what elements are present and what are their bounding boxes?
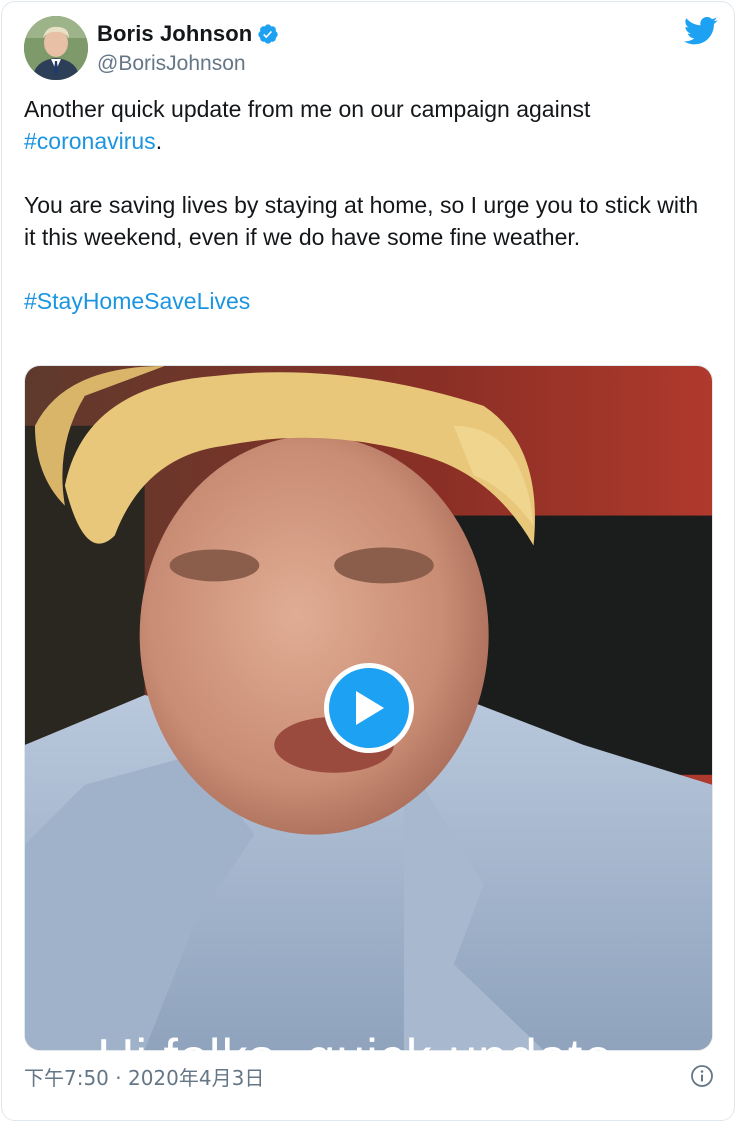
tweet-paragraph-2: You are saving lives by staying at home,… [24, 192, 699, 250]
tweet-line-1-suffix: . [155, 128, 163, 154]
video-player[interactable] [24, 365, 713, 1051]
name-row: Boris Johnson [97, 19, 279, 49]
display-name[interactable]: Boris Johnson [97, 21, 252, 47]
play-icon [356, 691, 384, 725]
avatar-image [24, 16, 88, 80]
tweet-line-1: Another quick update from me on our camp… [24, 96, 591, 122]
tweet-header: Boris Johnson @BorisJohnson [24, 16, 718, 80]
twitter-bird-icon[interactable] [684, 16, 718, 46]
play-button[interactable] [324, 663, 414, 753]
tweet-paragraph-1: Another quick update from me on our camp… [24, 93, 704, 157]
hashtag-coronavirus[interactable]: #coronavirus [24, 128, 156, 154]
avatar[interactable] [24, 16, 88, 80]
handle[interactable]: @BorisJohnson [97, 52, 279, 76]
tweet-text: Another quick update from me on our camp… [24, 93, 704, 317]
user-info[interactable]: Boris Johnson @BorisJohnson [97, 19, 279, 76]
tweet-footer: 下午7:50 · 2020年4月3日 [24, 1062, 714, 1092]
hashtag-stayhomesavelives[interactable]: #StayHomeSaveLives [24, 288, 250, 314]
verified-badge-icon [258, 24, 278, 44]
tweet-paragraph-3: #StayHomeSaveLives [24, 285, 704, 317]
info-icon[interactable] [690, 1064, 714, 1088]
timestamp[interactable]: 下午7:50 · 2020年4月3日 [24, 1062, 264, 1091]
